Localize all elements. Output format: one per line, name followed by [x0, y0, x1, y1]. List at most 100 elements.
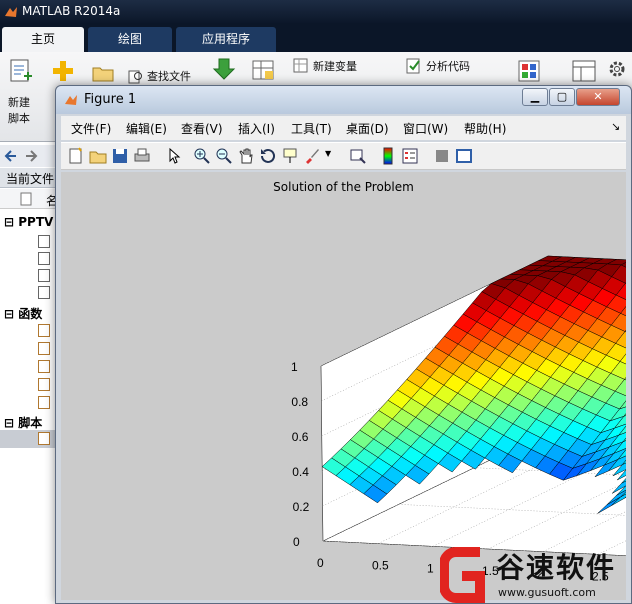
current-folder-pane [0, 142, 60, 604]
dock-arrow-icon[interactable]: ↘ [611, 120, 620, 133]
function-file-icon[interactable] [38, 324, 50, 337]
open-button[interactable] [92, 64, 114, 85]
mat-file-icon[interactable] [38, 252, 50, 265]
mat-file-icon[interactable] [38, 235, 50, 248]
analyze-code-icon [406, 58, 420, 74]
surface-plot[interactable]: 00.511.522.5312300.20.40.60.81 [61, 172, 626, 600]
colorbar-icon[interactable] [379, 147, 397, 165]
section-pptv[interactable]: ⊟ PPTV [4, 215, 53, 229]
edit-plot-arrow-icon[interactable] [165, 147, 183, 165]
legend-icon[interactable] [401, 147, 419, 165]
z-tick-label: 0.4 [292, 465, 309, 479]
z-tick-label: 0.8 [291, 395, 308, 409]
find-files-icon [128, 70, 142, 84]
watermark: 谷速软件 www.gusuoft.com [440, 542, 632, 604]
figure-title: Figure 1 [84, 92, 137, 107]
menu-desktop[interactable]: 桌面(D) [346, 120, 389, 137]
zoom-in-icon[interactable] [193, 147, 211, 165]
menu-help[interactable]: 帮助(H) [464, 120, 506, 137]
section-functions-label: 函数 [18, 307, 43, 321]
section-pptv-label: PPTV [18, 215, 54, 229]
section-functions[interactable]: ⊟ 函数 [4, 305, 42, 322]
matlab-logo-icon [5, 7, 17, 17]
minimize-button[interactable]: ▁ [522, 88, 548, 106]
hide-plot-tools-icon[interactable] [433, 147, 451, 165]
plot-canvas: Solution of the Problem 00.511.522.53123… [61, 172, 626, 600]
menu-file[interactable]: 文件(F) [71, 120, 111, 137]
show-plot-tools-icon[interactable] [455, 147, 473, 165]
collapse-icon: ⊟ [4, 307, 19, 321]
workspace-icon [252, 60, 274, 80]
brush-icon[interactable] [303, 147, 321, 165]
figure-menubar: 文件(F) 编辑(E) 查看(V) 插入(I) 工具(T) 桌面(D) 窗口(W… [61, 116, 626, 140]
layout-button[interactable] [572, 60, 596, 85]
rotate-3d-icon[interactable] [259, 147, 277, 165]
save-workspace-button[interactable] [252, 60, 276, 85]
figure-titlebar[interactable]: Figure 1 ▁ ▢ ✕ [56, 86, 631, 114]
tab-plots[interactable]: 绘图 [88, 27, 172, 52]
gear-icon [609, 61, 625, 77]
z-tick-label: 0.6 [292, 430, 309, 444]
pan-hand-icon[interactable] [237, 147, 255, 165]
zoom-out-icon[interactable] [215, 147, 233, 165]
tab-home[interactable]: 主页 [2, 27, 84, 52]
new-script-button[interactable]: 新建 脚本 [8, 58, 40, 126]
mat-file-icon[interactable] [38, 269, 50, 282]
back-arrow-icon[interactable] [4, 149, 18, 163]
save-icon[interactable] [111, 147, 129, 165]
new-variable-label: 新建变量 [313, 60, 357, 73]
folder-icon [92, 67, 114, 82]
new-button[interactable] [52, 60, 74, 85]
brush-dropdown-icon[interactable]: ▼ [325, 149, 331, 158]
x-tick-label: 1 [427, 561, 434, 575]
watermark-logo-icon [440, 547, 485, 603]
matlab-logo-icon [65, 95, 77, 105]
new-figure-icon[interactable] [67, 147, 85, 165]
function-file-icon[interactable] [38, 378, 50, 391]
z-tick-label: 0 [293, 535, 300, 549]
ribbon-tabs: 主页 绘图 应用程序 [0, 24, 632, 52]
plus-icon [53, 61, 73, 81]
analyze-code-button[interactable]: 分析代码 [406, 58, 470, 74]
x-tick-label: 0.5 [372, 559, 389, 573]
analyze-code-label: 分析代码 [426, 60, 470, 73]
open-file-icon[interactable] [89, 147, 107, 165]
list-item-selected[interactable] [0, 430, 60, 448]
maximize-button[interactable]: ▢ [549, 88, 575, 106]
watermark-brand: 谷速软件 [496, 551, 617, 584]
forward-arrow-icon[interactable] [24, 149, 38, 163]
mat-file-icon[interactable] [38, 286, 50, 299]
link-plot-icon[interactable] [349, 147, 367, 165]
collapse-icon: ⊟ [4, 215, 19, 229]
close-icon: ✕ [593, 90, 603, 103]
close-button[interactable]: ✕ [576, 88, 620, 106]
find-files-button[interactable]: 查找文件 [128, 68, 191, 84]
grid-blocks-icon [518, 60, 540, 82]
menu-edit[interactable]: 编辑(E) [126, 120, 167, 137]
section-scripts[interactable]: ⊟ 脚本 [4, 414, 42, 431]
print-icon[interactable] [133, 147, 151, 165]
function-file-icon[interactable] [38, 360, 50, 373]
x-tick-label: 0 [317, 556, 324, 570]
pane-title: 当前文件 [0, 168, 60, 188]
layout-icon [572, 60, 596, 82]
import-data-button[interactable] [212, 58, 236, 87]
figure-window: Figure 1 ▁ ▢ ✕ 文件(F) 编辑(E) 查看(V) 插入(I) 工… [55, 85, 632, 604]
simulink-button[interactable] [518, 60, 540, 85]
menu-window[interactable]: 窗口(W) [403, 120, 448, 137]
new-variable-button[interactable]: 新建变量 [293, 58, 357, 74]
column-header[interactable]: 名 [0, 189, 60, 209]
menu-tools[interactable]: 工具(T) [291, 120, 332, 137]
data-cursor-icon[interactable] [281, 147, 299, 165]
menu-view[interactable]: 查看(V) [181, 120, 223, 137]
function-file-icon[interactable] [38, 396, 50, 409]
function-file-icon[interactable] [38, 342, 50, 355]
watermark-url: www.gusuoft.com [498, 586, 596, 599]
file-type-icon [20, 192, 32, 206]
new-variable-icon [293, 58, 308, 73]
script-file-icon [38, 432, 50, 445]
find-files-label: 查找文件 [147, 70, 191, 83]
menu-insert[interactable]: 插入(I) [238, 120, 275, 137]
tab-apps[interactable]: 应用程序 [176, 27, 276, 52]
preferences-button[interactable] [608, 60, 626, 81]
